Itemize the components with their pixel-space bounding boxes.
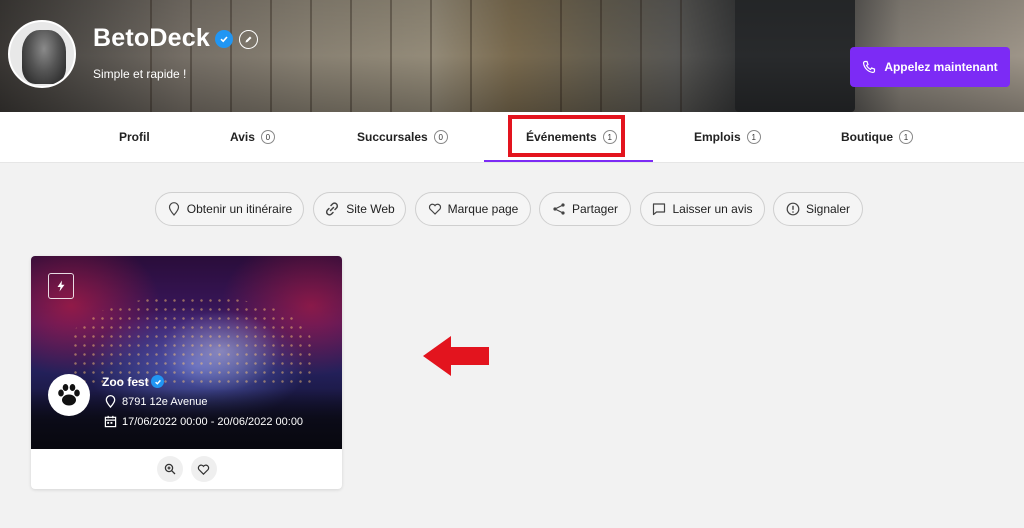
tab-avis[interactable]: Avis 0 (230, 112, 275, 162)
leave-review-label: Laisser un avis (672, 202, 753, 216)
bookmark-label: Marque page (447, 202, 519, 216)
gargoyle-image (22, 30, 66, 84)
report-button[interactable]: Signaler (773, 192, 863, 226)
website-button[interactable]: Site Web (313, 192, 406, 226)
share-icon (553, 203, 565, 215)
location-pin-icon (105, 395, 116, 408)
report-label: Signaler (805, 202, 851, 216)
paw-logo-icon (48, 374, 90, 416)
bookmark-button[interactable]: Marque page (415, 192, 531, 226)
event-address: 8791 12e Avenue (104, 395, 207, 408)
calendar-icon (104, 415, 117, 428)
call-now-label: Appelez maintenant (884, 60, 998, 74)
verified-badge-icon (151, 375, 164, 388)
alert-icon (786, 202, 800, 216)
link-icon (326, 202, 339, 216)
edit-pencil-icon[interactable] (239, 30, 258, 49)
annotation-highlight-box (508, 115, 625, 157)
tab-count-badge: 1 (746, 130, 761, 144)
tab-label: Boutique (841, 130, 893, 144)
tab-count-badge: 0 (260, 130, 275, 144)
active-tab-indicator (484, 160, 653, 162)
directions-label: Obtenir un itinéraire (186, 202, 293, 216)
event-title[interactable]: Zoo fest (102, 375, 149, 389)
tab-profil[interactable]: Profil (119, 112, 150, 162)
verified-badge-icon (215, 30, 233, 48)
event-card[interactable]: Zoo fest 8791 12e Avenue 17/06/2022 00:0… (31, 256, 342, 489)
directions-button[interactable]: Obtenir un itinéraire (155, 192, 304, 226)
tab-succursales[interactable]: Succursales 0 (357, 112, 448, 162)
favorite-button[interactable] (190, 456, 217, 482)
tab-label: Emplois (694, 130, 741, 144)
event-dates-text: 17/06/2022 00:00 - 20/06/2022 00:00 (122, 415, 304, 428)
call-now-button[interactable]: Appelez maintenant (850, 47, 1010, 87)
tab-count-badge: 1 (899, 130, 913, 144)
profile-tagline: Simple et rapide ! (93, 67, 187, 81)
event-card-actions (31, 449, 342, 489)
event-image: Zoo fest 8791 12e Avenue 17/06/2022 00:0… (31, 256, 342, 449)
share-label: Partager (571, 202, 619, 216)
tab-label: Avis (230, 130, 255, 144)
location-pin-icon (168, 202, 179, 216)
tab-boutique[interactable]: Boutique 1 (841, 112, 913, 162)
event-address-text: 8791 12e Avenue (122, 395, 208, 408)
zoom-button[interactable] (156, 456, 183, 482)
event-dates: 17/06/2022 00:00 - 20/06/2022 00:00 (104, 415, 303, 428)
tab-label: Profil (119, 130, 150, 144)
profile-avatar[interactable] (8, 20, 76, 88)
zoom-in-icon (164, 463, 175, 475)
annotation-arrow-icon (423, 336, 489, 376)
tab-label: Succursales (357, 130, 428, 144)
tab-emplois[interactable]: Emplois 1 (694, 112, 761, 162)
flash-icon (48, 273, 74, 299)
phone-icon (863, 60, 876, 74)
heart-icon (428, 203, 441, 215)
heart-icon (197, 464, 210, 475)
comment-icon (653, 203, 666, 216)
profile-name: BetoDeck (93, 24, 210, 52)
website-label: Site Web (346, 202, 395, 216)
tab-count-badge: 0 (433, 130, 448, 144)
share-button[interactable]: Partager (539, 192, 631, 226)
leave-review-button[interactable]: Laisser un avis (640, 192, 765, 226)
